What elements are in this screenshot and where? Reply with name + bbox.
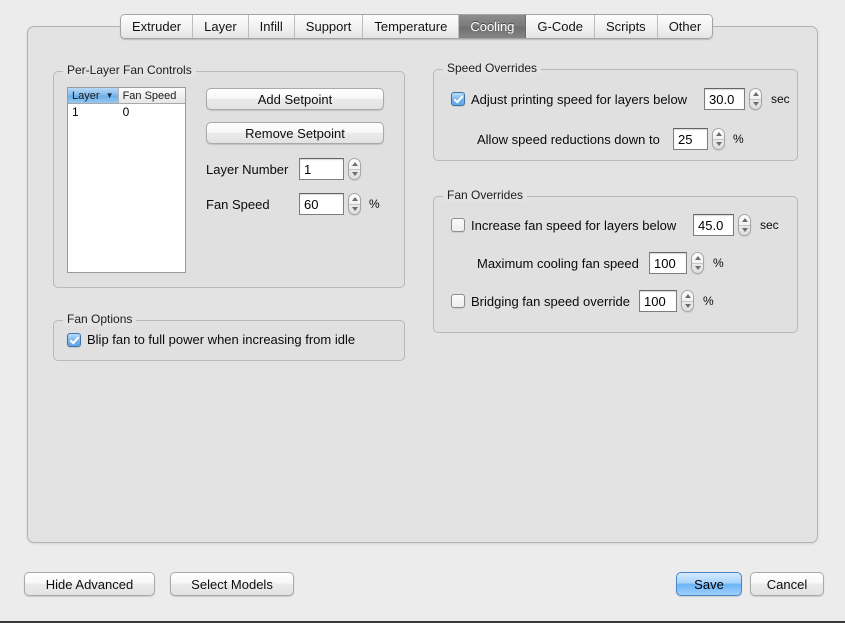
stepper-down-icon[interactable]	[682, 302, 693, 312]
fan-options-legend: Fan Options	[63, 312, 137, 326]
tab-extruder[interactable]: Extruder	[121, 15, 194, 38]
increase-fan-speed-unit: sec	[760, 218, 779, 232]
adjust-printing-speed-stepper[interactable]	[749, 88, 762, 110]
adjust-printing-speed-checkbox[interactable]	[451, 92, 465, 106]
fan-speed-label: Fan Speed	[206, 196, 270, 212]
table-row[interactable]: 1 0	[68, 104, 185, 120]
tab-other[interactable]: Other	[657, 15, 713, 38]
fan-speed-unit: %	[369, 197, 380, 211]
stepper-up-icon[interactable]	[750, 89, 761, 100]
maximum-cooling-fan-speed-unit: %	[713, 256, 724, 270]
increase-fan-speed-checkbox[interactable]	[451, 218, 465, 232]
layer-number-row: Layer Number 1	[206, 158, 361, 180]
stepper-up-icon[interactable]	[692, 253, 703, 264]
column-header-layer-label: Layer	[72, 89, 100, 102]
fan-speed-input[interactable]: 60	[299, 193, 344, 215]
tab-infill[interactable]: Infill	[248, 15, 295, 38]
increase-fan-speed-input[interactable]: 45.0	[693, 214, 734, 236]
allow-speed-reductions-stepper[interactable]	[712, 128, 725, 150]
cell-fan-speed: 0	[122, 105, 130, 119]
stepper-up-icon[interactable]	[682, 291, 693, 302]
tab-gcode[interactable]: G-Code	[526, 15, 595, 38]
add-setpoint-button[interactable]: Add Setpoint	[206, 88, 384, 110]
per-layer-fan-controls-legend: Per-Layer Fan Controls	[63, 63, 196, 77]
setpoint-list-header: Layer ▼ Fan Speed	[68, 88, 185, 104]
stepper-down-icon[interactable]	[349, 205, 360, 215]
allow-speed-reductions-unit: %	[733, 132, 744, 146]
fan-speed-row: Fan Speed 60 %	[206, 193, 380, 215]
layer-number-stepper[interactable]	[348, 158, 361, 180]
tab-cooling[interactable]: Cooling	[459, 15, 527, 38]
fan-overrides-legend: Fan Overrides	[443, 188, 528, 202]
tab-support[interactable]: Support	[294, 15, 364, 38]
fan-speed-stepper[interactable]	[348, 193, 361, 215]
layer-number-input[interactable]: 1	[299, 158, 344, 180]
column-header-layer[interactable]: Layer ▼	[68, 88, 119, 104]
allow-speed-reductions-label: Allow speed reductions down to	[477, 131, 660, 147]
maximum-cooling-fan-speed-input[interactable]: 100	[649, 252, 687, 274]
setpoint-list[interactable]: Layer ▼ Fan Speed 1 0	[67, 87, 186, 273]
stepper-down-icon[interactable]	[713, 140, 724, 150]
bridging-fan-speed-override-label: Bridging fan speed override	[471, 293, 630, 309]
tab-temperature[interactable]: Temperature	[363, 15, 460, 38]
adjust-printing-speed-input[interactable]: 30.0	[704, 88, 745, 110]
stepper-down-icon[interactable]	[750, 100, 761, 110]
blip-fan-label: Blip fan to full power when increasing f…	[87, 332, 356, 347]
stepper-up-icon[interactable]	[713, 129, 724, 140]
layer-number-label: Layer Number	[206, 161, 289, 177]
adjust-printing-speed-label: Adjust printing speed for layers below	[471, 91, 688, 107]
maximum-cooling-fan-speed-stepper[interactable]	[691, 252, 704, 274]
cancel-button[interactable]: Cancel	[750, 572, 824, 596]
bridging-fan-speed-override-stepper[interactable]	[681, 290, 694, 312]
adjust-printing-speed-row[interactable]: Adjust printing speed for layers below 3…	[451, 88, 790, 110]
remove-setpoint-button[interactable]: Remove Setpoint	[206, 122, 384, 144]
stepper-down-icon[interactable]	[692, 264, 703, 274]
stepper-up-icon[interactable]	[739, 215, 750, 226]
allow-speed-reductions-input[interactable]: 25	[673, 128, 708, 150]
adjust-printing-speed-unit: sec	[771, 92, 790, 106]
speed-overrides-legend: Speed Overrides	[443, 61, 542, 75]
increase-fan-speed-stepper[interactable]	[738, 214, 751, 236]
stepper-up-icon[interactable]	[349, 159, 360, 170]
blip-fan-checkbox[interactable]	[67, 332, 81, 347]
cell-layer: 1	[72, 105, 79, 119]
stepper-up-icon[interactable]	[349, 194, 360, 205]
stepper-down-icon[interactable]	[739, 226, 750, 236]
maximum-cooling-fan-speed-label: Maximum cooling fan speed	[477, 255, 639, 271]
bridging-fan-speed-override-unit: %	[703, 294, 714, 308]
hide-advanced-button[interactable]: Hide Advanced	[24, 572, 155, 596]
settings-tab-bar: Extruder Layer Infill Support Temperatur…	[120, 14, 714, 39]
allow-speed-reductions-row: Allow speed reductions down to 25 %	[477, 128, 744, 150]
column-header-fan-speed[interactable]: Fan Speed	[118, 88, 185, 104]
bridging-fan-speed-override-input[interactable]: 100	[639, 290, 677, 312]
tab-scripts[interactable]: Scripts	[594, 15, 658, 38]
stepper-down-icon[interactable]	[349, 170, 360, 180]
sort-descending-icon: ▼	[105, 90, 114, 100]
save-button[interactable]: Save	[676, 572, 742, 596]
select-models-button[interactable]: Select Models	[170, 572, 294, 596]
tab-layer[interactable]: Layer	[193, 15, 249, 38]
cooling-settings-window: Extruder Layer Infill Support Temperatur…	[0, 0, 845, 623]
bridging-fan-speed-override-checkbox[interactable]	[451, 294, 465, 308]
maximum-cooling-fan-speed-row: Maximum cooling fan speed 100 %	[477, 252, 724, 274]
increase-fan-speed-row[interactable]: Increase fan speed for layers below 45.0…	[451, 214, 779, 236]
increase-fan-speed-label: Increase fan speed for layers below	[471, 217, 677, 233]
bridging-fan-speed-override-row[interactable]: Bridging fan speed override 100 %	[451, 290, 714, 312]
blip-fan-row[interactable]: Blip fan to full power when increasing f…	[67, 332, 355, 347]
